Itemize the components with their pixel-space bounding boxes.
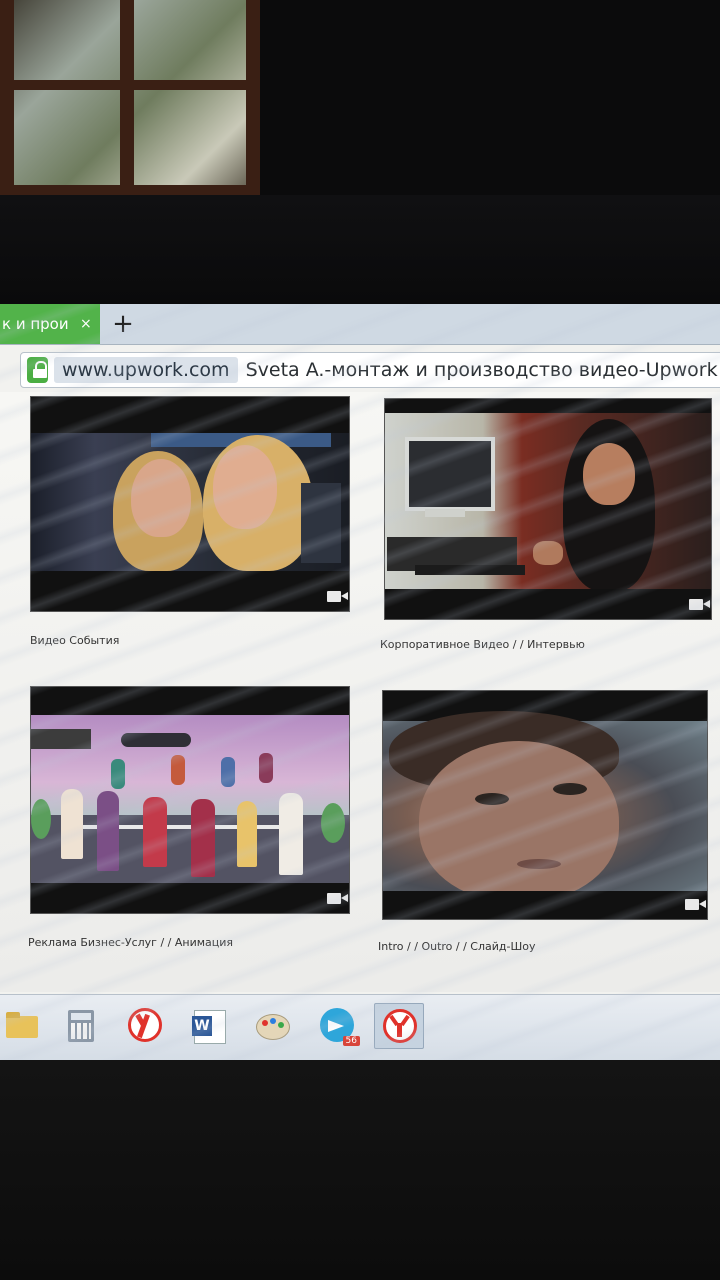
tab-upwork[interactable]: к и прои × [0,304,100,344]
taskbar: W 56 [0,994,720,1060]
paint-icon [254,1008,290,1042]
new-tab-button[interactable]: + [108,308,138,340]
video-camera-icon [689,599,710,610]
video-caption: Реклама Бизнес-Услуг / / Анимация [28,936,234,949]
lock-icon [27,357,48,383]
taskbar-yandex-browser[interactable] [120,1003,168,1047]
video-caption: Корпоративное Видео / / Интервью [380,638,585,651]
file-explorer-icon [2,1008,38,1042]
tab-close-icon[interactable]: × [80,316,92,332]
taskbar-word[interactable]: W [184,1003,232,1047]
video-camera-icon [327,893,348,904]
monitor-bezel-bottom [0,1060,720,1280]
background-window [0,0,260,195]
word-icon: W [190,1008,226,1044]
video-thumbnail[interactable] [382,690,708,920]
video-caption: Видео События [30,634,120,647]
tab-strip: к и прои × + [0,304,720,345]
monitor-bezel-top [0,195,720,439]
video-thumbnail[interactable] [384,398,712,620]
address-domain[interactable]: www.upwork.com [53,357,238,383]
telegram-unread-badge: 56 [342,1036,360,1046]
taskbar-yandex-active[interactable] [374,1003,424,1049]
taskbar-telegram[interactable]: 56 [312,1003,360,1047]
monitor-screen: к и прои × + www.upwork.com Sveta A.-мон… [0,304,720,1060]
yandex-browser-icon [126,1008,162,1042]
taskbar-paint[interactable] [248,1003,296,1047]
video-camera-icon [327,591,348,602]
address-page-title: Sveta A.-монтаж и производство видео-Upw… [245,359,720,381]
taskbar-explorer[interactable] [0,1003,44,1047]
video-thumbnail[interactable] [30,686,350,914]
address-bar[interactable]: www.upwork.com Sveta A.-монтаж и произво… [20,352,720,388]
video-caption: Intro / / Outro / / Слайд-Шоу [378,940,536,953]
portfolio-grid: Видео События Корпоративное Видео / / Ин… [0,392,720,992]
taskbar-calculator[interactable] [56,1003,104,1047]
video-thumbnail[interactable] [30,396,350,612]
calculator-icon [62,1008,98,1042]
tab-title: к и прои [2,315,69,333]
video-camera-icon [685,899,706,910]
telegram-icon: 56 [318,1008,360,1046]
yandex-active-icon [381,1009,417,1043]
